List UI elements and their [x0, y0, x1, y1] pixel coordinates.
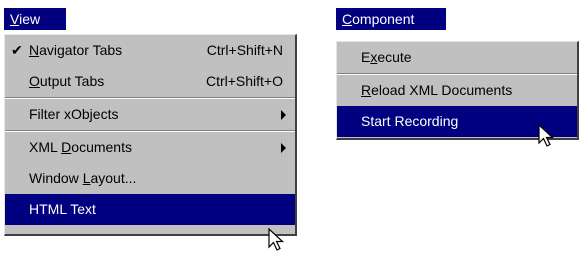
- menu-item-window-layout[interactable]: Window Layout...: [5, 163, 295, 194]
- submenu-arrow-icon: [281, 143, 286, 153]
- mouse-pointer-icon: [268, 228, 285, 251]
- menu-item-label: Output Tabs: [29, 73, 105, 89]
- menu-item-label: Execute: [361, 49, 412, 65]
- view-menu-title-rest: iew: [19, 11, 41, 27]
- view-menu-mnemonic: V: [10, 11, 20, 27]
- menu-item-output-tabs[interactable]: Output Tabs Ctrl+Shift+O: [5, 66, 295, 97]
- menu-item-navigator-tabs[interactable]: ✔ Navigator Tabs Ctrl+Shift+N: [5, 35, 295, 66]
- menu-item-label: Filter xObjects: [29, 106, 119, 122]
- menu-item-execute[interactable]: Execute: [337, 42, 577, 73]
- mouse-pointer-icon: [538, 124, 555, 147]
- menu-item-label: Navigator Tabs: [29, 42, 123, 58]
- shortcut-label: Ctrl+Shift+O: [205, 73, 283, 89]
- checkmark-icon: ✔: [11, 42, 23, 58]
- shortcut-label: Ctrl+Shift+N: [206, 42, 283, 58]
- menu-item-html-text[interactable]: HTML Text: [5, 194, 295, 225]
- menu-item-label: Window Layout...: [29, 170, 137, 186]
- menu-item-label: Reload XML Documents: [361, 82, 513, 98]
- submenu-arrow-icon: [281, 110, 286, 120]
- component-menu-title-rest: omponent: [352, 11, 415, 27]
- screenshot-stage: View ✔ Navigator Tabs Ctrl+Shift+N Outpu…: [0, 0, 579, 255]
- view-menu-title[interactable]: View: [4, 8, 66, 30]
- menu-item-label: Start Recording: [361, 113, 459, 129]
- menu-item-label: XML Documents: [29, 139, 132, 155]
- view-menu-dropdown: ✔ Navigator Tabs Ctrl+Shift+N Output Tab…: [4, 34, 297, 236]
- menu-item-label: HTML Text: [29, 201, 96, 217]
- menu-item-reload-xml-documents[interactable]: Reload XML Documents: [337, 75, 577, 106]
- component-menu-title[interactable]: Component: [336, 8, 446, 30]
- component-menu-mnemonic: C: [342, 11, 353, 27]
- menu-item-filter-xobjects[interactable]: Filter xObjects: [5, 99, 295, 130]
- menu-item-xml-documents[interactable]: XML Documents: [5, 132, 295, 163]
